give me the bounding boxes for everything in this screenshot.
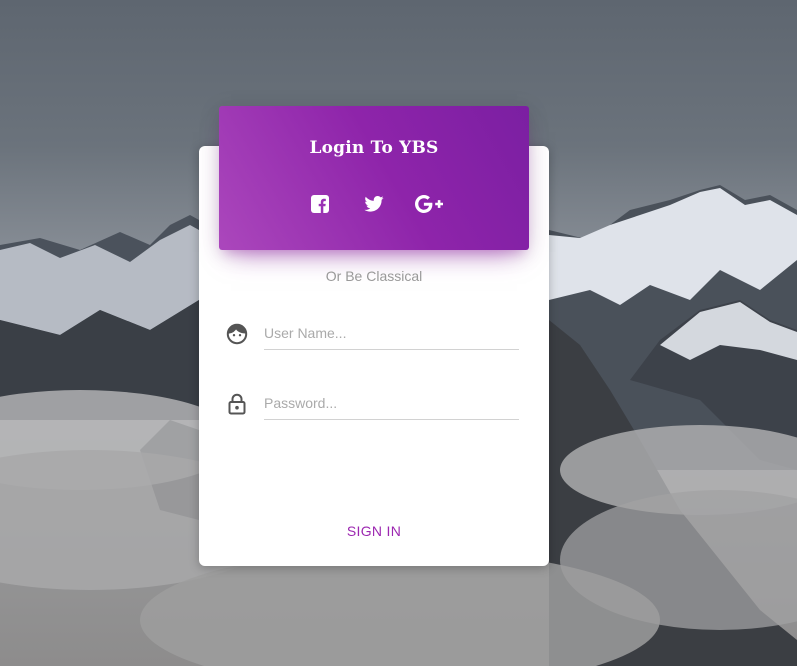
google-plus-icon xyxy=(415,195,443,213)
face-icon xyxy=(225,322,249,346)
twitter-icon xyxy=(364,196,384,212)
username-field-wrapper xyxy=(264,319,519,350)
password-field-wrapper xyxy=(264,389,519,420)
login-title: Login To YBS xyxy=(309,138,439,158)
facebook-button[interactable] xyxy=(307,192,333,216)
lock-outline-icon xyxy=(225,392,249,416)
username-input[interactable] xyxy=(264,319,519,347)
facebook-square-icon xyxy=(311,195,329,213)
twitter-button[interactable] xyxy=(361,192,387,216)
password-input[interactable] xyxy=(264,389,519,417)
google-plus-button[interactable] xyxy=(414,192,444,216)
sign-in-button[interactable]: SIGN IN xyxy=(199,523,549,539)
alternative-login-text: Or Be Classical xyxy=(325,268,423,284)
login-header: Login To YBS xyxy=(219,106,529,250)
